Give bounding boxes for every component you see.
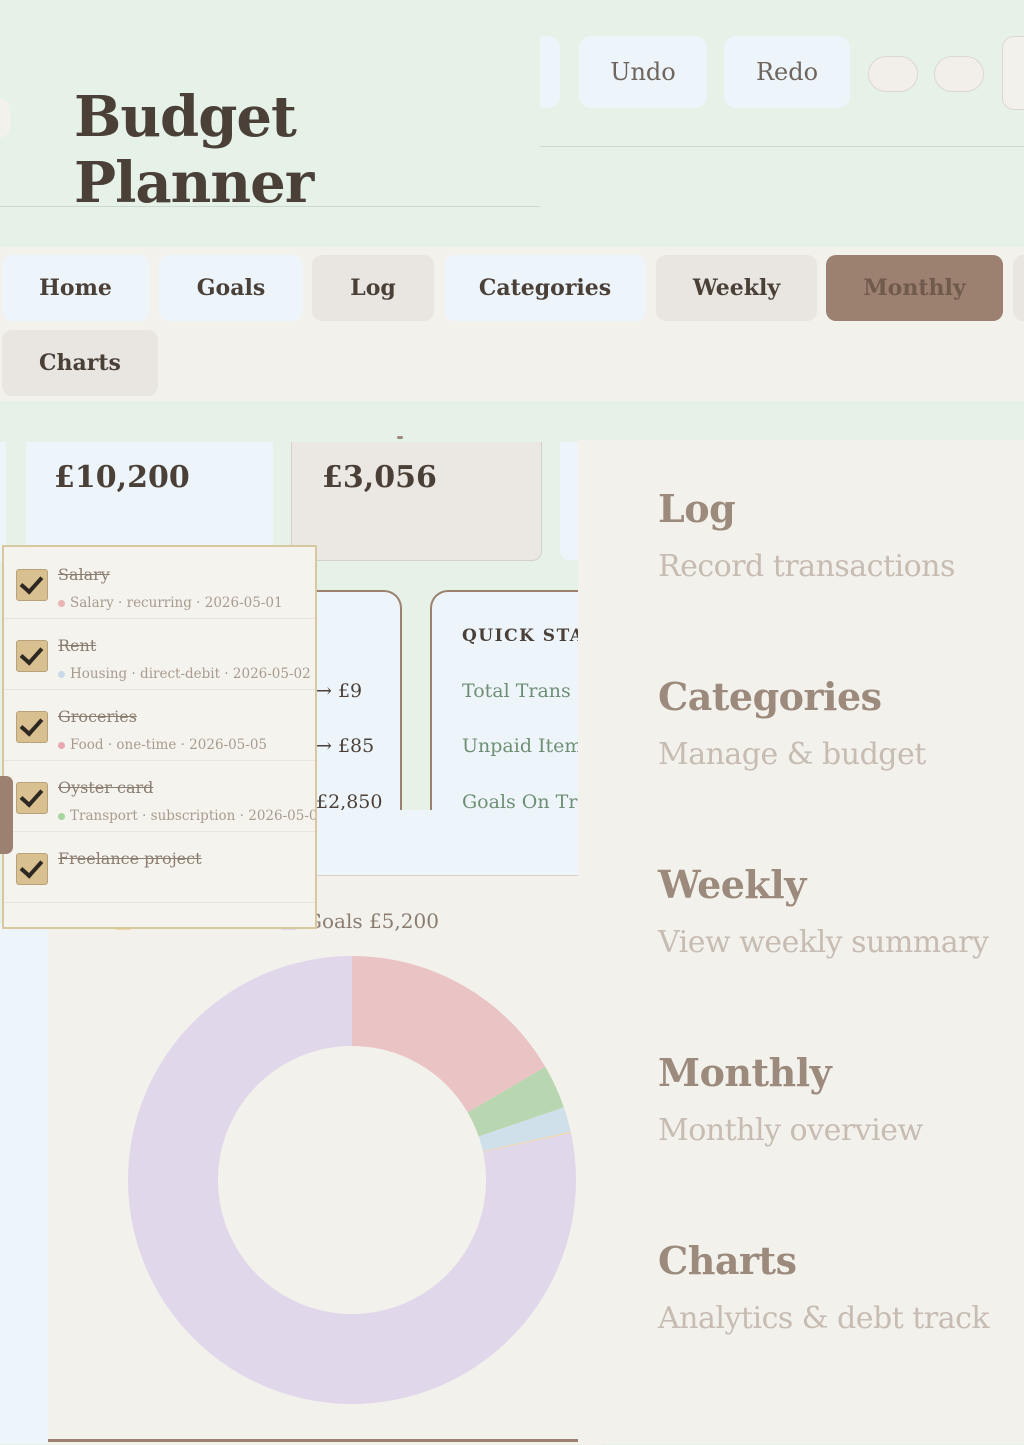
category-dot [58,671,65,678]
nav-item-log[interactable]: Log Record transactions [658,486,955,584]
summary-card-value: £3,056 [322,460,437,495]
nav-item-title: Log [658,486,736,531]
tab-weekly[interactable]: Weekly [656,255,817,321]
tab-log[interactable]: Log [312,255,434,321]
nav-item-weekly[interactable]: Weekly View weekly summary [658,862,989,960]
transaction-name: Freelance project [58,849,202,868]
summary-card-value: £10,200 [54,460,190,495]
transaction-row[interactable]: Freelance project [4,831,315,903]
category-dot [58,742,65,749]
transaction-row[interactable]: Salary Salary · recurring · 2026-05-01 [4,547,315,619]
nav-item-monthly[interactable]: Monthly Monthly overview [658,1050,923,1148]
tab-partial[interactable] [1013,255,1024,321]
summary-card-partial [0,442,6,562]
donut-chart [128,956,577,1404]
nav-item-title: Monthly [658,1050,832,1095]
tab-bar: Home Goals Log Categories Weekly Monthly… [0,247,1024,401]
nav-item-subtitle: Monthly overview [658,1113,923,1148]
card-label-fragment [397,436,403,439]
quick-stat-row: Goals On Tr [462,791,578,812]
category-dot [58,813,65,820]
nav-item-categories[interactable]: Categories Manage & budget [658,674,926,772]
transaction-meta: Transport · subscription · 2026-05-06 [58,808,317,824]
tab-charts[interactable]: Charts [2,330,158,396]
checkbox-checked[interactable] [16,853,48,885]
flow-value: → £9 [316,680,363,702]
panel-background [0,924,48,1444]
nav-item-title: Categories [658,674,882,719]
nav-item-subtitle: Manage & budget [658,737,926,772]
nav-item-title: Weekly [658,862,806,907]
tab-categories[interactable]: Categories [444,255,646,321]
tab-monthly[interactable]: Monthly [826,255,1003,321]
transaction-list[interactable]: Salary Salary · recurring · 2026-05-01 R… [2,545,317,929]
transaction-meta-text: Food · one-time · 2026-05-05 [70,737,268,753]
toolbar-button-partial[interactable] [1002,36,1024,110]
transaction-meta-text: Salary · recurring · 2026-05-01 [70,595,283,611]
transaction-meta: Housing · direct-debit · 2026-05-02 — [58,666,317,682]
scrollbar-thumb[interactable] [0,776,13,854]
quick-stat-row: Total Trans [462,680,571,702]
quick-stat-row: Unpaid Item [462,735,583,757]
panel-background [300,810,578,876]
tab-goals[interactable]: Goals [159,255,303,321]
transaction-meta: Salary · recurring · 2026-05-01 [58,595,283,611]
toolbar-divider [540,146,1024,147]
quick-stats-title: QUICK STAT [462,626,592,646]
checkbox-checked[interactable] [16,640,48,672]
checkbox-checked[interactable] [16,711,48,743]
transaction-meta: Food · one-time · 2026-05-05 [58,737,267,753]
tab-home[interactable]: Home [2,255,149,321]
chart-panel-border [48,1439,601,1442]
transaction-name: Oyster card [58,778,154,797]
transaction-row[interactable]: Rent Housing · direct-debit · 2026-05-02… [4,618,315,690]
redo-button[interactable]: Redo [724,36,850,108]
section-nav-list: Log Record transactions Categories Manag… [578,440,1024,1444]
transaction-name: Salary [58,565,110,584]
checkbox-checked[interactable] [16,569,48,601]
toolbar-pill-button[interactable] [868,56,918,92]
chart-panel: :120 Returns £6 Goals £5,200 [48,875,601,1445]
transaction-name: Rent [58,636,97,655]
checkbox-checked[interactable] [16,782,48,814]
transaction-name: Groceries [58,707,137,726]
flow-value: → £85 [316,735,375,757]
nav-item-subtitle: View weekly summary [658,925,989,960]
toolbar-button-partial[interactable] [540,36,560,108]
header: Budget Planner [0,0,540,216]
nav-item-charts[interactable]: Charts Analytics & debt track [658,1238,990,1336]
transaction-row[interactable]: Groceries Food · one-time · 2026-05-05 [4,689,315,761]
nav-item-title: Charts [658,1238,797,1283]
toolbar-pill-button[interactable] [934,56,984,92]
undo-button[interactable]: Undo [579,36,707,108]
flow-value: £2,850 [316,791,383,812]
transaction-meta-text: Housing · direct-debit · 2026-05-02 — [70,666,317,682]
transaction-row[interactable]: Oyster card Transport · subscription · 2… [4,760,315,832]
summary-card-spent: £3,056 [291,442,542,561]
page-title: Budget Planner [74,84,314,216]
category-dot [58,600,65,607]
nav-item-subtitle: Record transactions [658,549,955,584]
transaction-meta-text: Transport · subscription · 2026-05-06 [70,808,317,824]
summary-card-income: £10,200 [26,442,273,560]
quick-stats-panel: QUICK STAT Total Trans Unpaid Item Goals… [430,590,592,812]
nav-item-subtitle: Analytics & debt track [658,1301,990,1336]
